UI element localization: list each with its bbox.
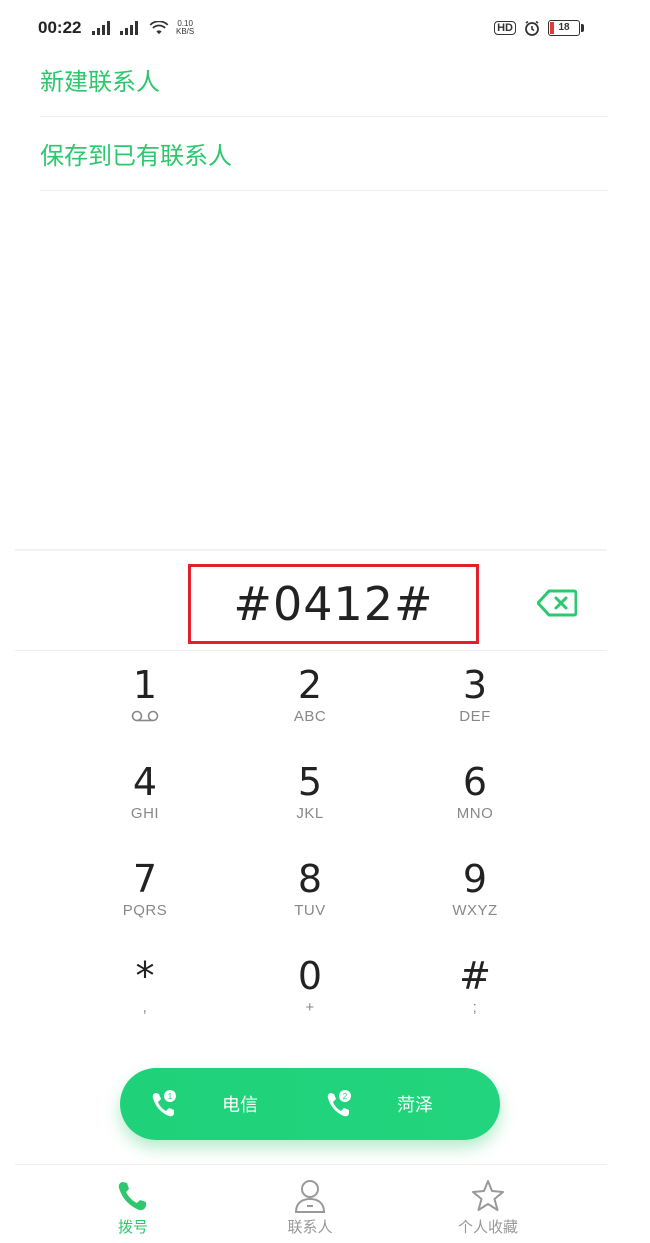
key-digit: 2 <box>297 663 323 707</box>
tab-dialer-label: 拨号 <box>117 1218 148 1236</box>
key-digit: 9 <box>462 857 488 901</box>
battery-icon: 18 <box>548 20 584 36</box>
call-sim1-button[interactable]: 1 电信 <box>150 1068 315 1140</box>
key-digit: 8 <box>297 857 323 901</box>
status-icons-right: HD 18 <box>494 20 584 36</box>
key-digit: 5 <box>297 760 323 804</box>
new-contact-option[interactable]: 新建联系人 <box>40 42 608 117</box>
voicemail-icon <box>131 710 159 722</box>
key-letters: ABC <box>293 708 327 725</box>
key-letters: ; <box>472 999 478 1016</box>
call-buttons-bar: 1 电信 2 菏泽 <box>120 1068 500 1140</box>
key-digit: 4 <box>132 760 158 804</box>
key-0[interactable]: 0 + <box>250 953 370 1043</box>
key-hash[interactable]: # ; <box>415 953 535 1043</box>
status-icons-left: 0.10 KB/S <box>92 20 194 36</box>
hd-voice-icon: HD <box>494 21 516 35</box>
key-4[interactable]: 4 GHI <box>85 759 205 849</box>
phone-sim1-icon: 1 <box>152 1090 176 1117</box>
key-letters: GHI <box>130 805 160 822</box>
key-6[interactable]: 6 MNO <box>415 759 535 849</box>
network-speed: 0.10 KB/S <box>176 20 194 36</box>
tab-favorites[interactable]: 个人收藏 <box>418 1174 558 1237</box>
key-letters: , <box>142 999 148 1016</box>
sim-number: 2 <box>343 1092 348 1101</box>
key-letters: WXYZ <box>452 902 498 919</box>
dialed-number-display[interactable]: #0412# <box>188 564 479 644</box>
battery-level: 18 <box>558 22 570 33</box>
key-digit: 3 <box>462 663 488 707</box>
key-2[interactable]: 2 ABC <box>250 662 370 752</box>
key-1[interactable]: 1 <box>85 662 205 752</box>
key-star[interactable]: * , <box>85 953 205 1043</box>
key-letters: + <box>305 999 315 1016</box>
key-letters: PQRS <box>122 902 168 919</box>
key-9[interactable]: 9 WXYZ <box>415 856 535 946</box>
key-letters: DEF <box>459 708 491 725</box>
key-7[interactable]: 7 PQRS <box>85 856 205 946</box>
key-digit: 6 <box>462 760 488 804</box>
key-letters: MNO <box>456 805 494 822</box>
key-8[interactable]: 8 TUV <box>250 856 370 946</box>
signal-sim1-icon <box>92 21 110 35</box>
status-time: 00:22 <box>38 18 82 37</box>
wifi-icon <box>149 21 169 35</box>
key-letters: TUV <box>294 902 326 919</box>
call-sim1-label: 电信 <box>222 1095 258 1116</box>
sim-number: 1 <box>168 1092 173 1101</box>
person-icon <box>294 1180 326 1213</box>
tab-contacts-label: 联系人 <box>287 1218 333 1236</box>
key-digit: 7 <box>132 857 158 901</box>
key-digit: 1 <box>132 663 158 707</box>
tab-dialer[interactable]: 拨号 <box>63 1174 203 1237</box>
dialed-number: #0412# <box>233 577 434 631</box>
phone-icon <box>118 1182 146 1211</box>
backspace-icon[interactable] <box>537 589 577 617</box>
call-sim2-button[interactable]: 2 菏泽 <box>325 1068 490 1140</box>
alarm-icon <box>525 20 539 36</box>
save-to-existing-contact-option[interactable]: 保存到已有联系人 <box>40 116 608 191</box>
divider <box>15 549 607 551</box>
key-digit: * <box>135 954 155 998</box>
divider <box>15 650 607 651</box>
star-icon <box>472 1180 504 1211</box>
tab-favorites-label: 个人收藏 <box>457 1218 518 1236</box>
signal-sim2-icon <box>120 21 138 35</box>
save-to-existing-contact-label: 保存到已有联系人 <box>40 141 232 170</box>
network-speed-unit: KB/S <box>176 27 195 36</box>
tab-contacts[interactable]: 联系人 <box>240 1174 380 1237</box>
divider <box>15 1164 607 1165</box>
key-digit: # <box>459 954 491 998</box>
new-contact-label: 新建联系人 <box>40 67 160 96</box>
key-digit: 0 <box>297 954 323 998</box>
phone-sim2-icon: 2 <box>327 1090 351 1117</box>
key-3[interactable]: 3 DEF <box>415 662 535 752</box>
battery-level-bar <box>550 22 554 34</box>
call-sim2-label: 菏泽 <box>397 1095 433 1116</box>
key-letters: JKL <box>296 805 324 822</box>
key-5[interactable]: 5 JKL <box>250 759 370 849</box>
